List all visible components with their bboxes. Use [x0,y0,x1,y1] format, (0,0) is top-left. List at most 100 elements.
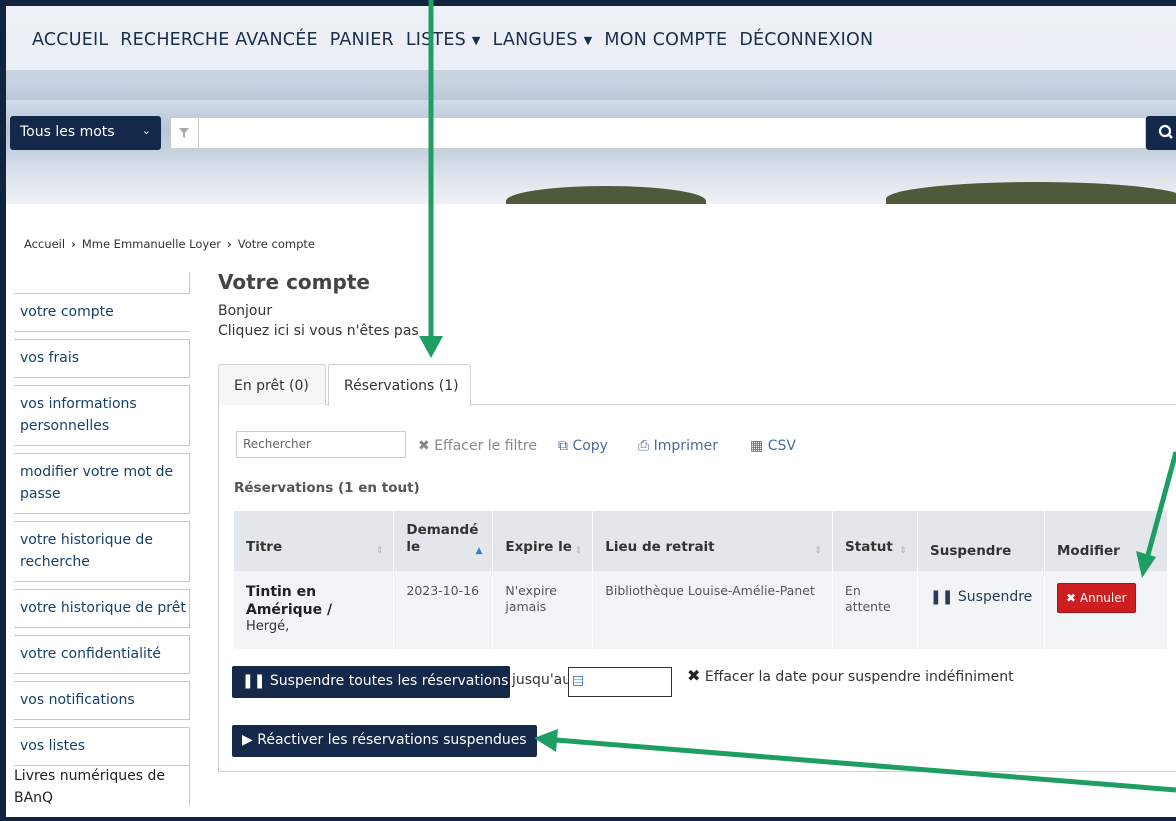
hold-suspend-cell: ❚❚ Suspendre [917,571,1045,649]
table-row: Tintin en Amérique / Hergé, 2023-10-16 N… [234,571,1169,649]
table-icon: ▦ [750,438,764,454]
search-type-select[interactable]: Tous les mots ⌄ [10,116,161,150]
caret-down-icon: ▼ [471,33,481,47]
nav-languages-label: LANGUES [492,30,578,50]
column-header-expires[interactable]: Expire le ⇕ [492,511,594,571]
nav-languages[interactable]: LANGUES ▼ [493,30,593,50]
column-header-modify: Modifier [1044,511,1169,571]
nav-lists-label: LISTES [405,30,466,50]
top-nav: ACCUEIL RECHERCHE AVANCÉE PANIER LISTES ▼… [32,30,885,50]
suspend-hold-label: Suspendre [957,589,1033,605]
sort-ascending-icon: ▲ [475,546,483,556]
search-button[interactable] [1146,116,1176,150]
pause-icon: ❚❚ [242,673,266,689]
hold-requested-date: 2023-10-16 [393,571,494,649]
sidebar-item-reading-history[interactable]: votre historique de prêt [14,589,190,628]
hold-title-link[interactable]: Tintin en Amérique / [246,583,383,619]
hold-title-cell: Tintin en Amérique / Hergé, [234,571,395,649]
page-frame: ACCUEIL RECHERCHE AVANCÉE PANIER LISTES ▼… [0,0,1176,821]
suspend-hold-button[interactable]: ❚❚ Suspendre [930,589,1032,605]
column-header-status[interactable]: Statut ⇕ [832,511,918,571]
breadcrumb-separator-icon: › [71,237,76,251]
search-bar: Tous les mots ⌄ [10,116,1176,150]
sort-icon: ⇕ [814,546,823,556]
breadcrumb-home[interactable]: Accueil [24,237,65,251]
close-icon: ✖ [418,438,430,454]
suspend-all-button[interactable]: ❚❚ Suspendre toutes les réservations [232,666,510,698]
clear-filter-button[interactable]: ✖ Effacer le filtre [418,438,537,454]
chevron-down-icon: ⌄ [141,124,151,137]
banner-hill [886,182,1176,204]
column-header-title[interactable]: Titre ⇕ [234,511,395,571]
banner-hill [506,186,706,204]
column-header-pickup[interactable]: Lieu de retrait ⇕ [592,511,834,571]
not-you-link[interactable]: Cliquez ici si vous n'êtes pas [218,321,419,341]
copy-icon: ⧉ [558,438,568,454]
sort-icon: ⇕ [574,546,583,556]
print-label: Imprimer [653,438,718,454]
print-icon: ⎙ [638,438,650,454]
caret-down-icon: ▼ [583,33,593,47]
play-icon: ▶ [242,732,253,748]
clear-date-label: Effacer la date pour suspendre indéfinim… [704,669,1014,685]
nav-my-account[interactable]: MON COMPTE [604,30,727,50]
sidebar-item-notifications[interactable]: vos notifications [14,681,190,720]
filter-input[interactable]: Rechercher [236,431,406,458]
search-icon [1158,124,1173,139]
sort-icon: ⇕ [899,546,907,556]
sidebar-item-search-history[interactable]: votre historique de recherche [14,521,190,582]
suspend-until-date-input[interactable] [568,667,672,697]
tab-checkouts[interactable]: En prêt (0) [218,364,326,405]
nav-logout[interactable]: DÉCONNEXION [739,30,873,50]
greeting: Bonjour [218,303,273,319]
clear-filter-label: Effacer le filtre [434,438,537,454]
nav-lists[interactable]: LISTES ▼ [406,30,481,50]
hold-author: Hergé, [246,619,290,634]
pause-icon: ❚❚ [930,589,954,605]
close-icon: ✖ [687,666,701,685]
column-header-requested[interactable]: Demandé le ▲ [393,511,494,571]
close-icon: ✖ [1065,591,1077,605]
tab-holds[interactable]: Réservations (1) [328,364,471,406]
sidebar-item-lists[interactable]: vos listes [14,727,190,766]
breadcrumb-user[interactable]: Mme Emmanuelle Loyer [82,237,221,251]
hold-expiry: N'expire jamais [492,571,594,649]
hold-pickup-location: Bibliothèque Louise-Amélie-Panet [592,571,834,649]
banner-band [6,70,1176,100]
clear-date-button[interactable]: ✖ Effacer la date pour suspendre indéfin… [687,666,1014,685]
sidebar-item-fees[interactable]: vos frais [14,339,190,378]
sidebar-divider [14,272,190,293]
sidebar-item-privacy[interactable]: votre confidentialité [14,635,190,674]
account-sidebar: votre compte vos frais vos informations … [14,272,190,806]
nav-cart[interactable]: PANIER [330,30,394,50]
resume-suspended-button[interactable]: ▶ Réactiver les réservations suspendues [232,725,537,757]
resume-suspended-label: Réactiver les réservations suspendues [257,732,527,748]
main-content: Votre compte Bonjour Cliquez ici si vous… [218,270,419,341]
column-header-suspend: Suspendre [917,511,1045,571]
sidebar-item-change-password[interactable]: modifier votre mot de passe [14,453,190,514]
breadcrumb-separator-icon: › [227,237,232,251]
breadcrumb: Accueil › Mme Emmanuelle Loyer › Votre compt… [24,237,315,251]
csv-button[interactable]: ▦ CSV [750,438,796,454]
search-type-label: Tous les mots [20,124,115,140]
ebooks-link[interactable]: Livres numériques de BAnQ [14,765,184,809]
sidebar-item-account[interactable]: votre compte [14,293,190,332]
until-label: jusqu'au [512,672,572,688]
copy-button[interactable]: ⧉ Copy [558,438,608,454]
nav-accueil[interactable]: ACCUEIL [32,30,108,50]
suspend-all-label: Suspendre toutes les réservations [269,673,509,689]
csv-label: CSV [767,438,796,454]
sidebar-item-personal-info[interactable]: vos informations personnelles [14,385,190,446]
print-button[interactable]: ⎙ Imprimer [638,438,718,454]
search-input[interactable] [198,117,1146,149]
sort-icon: ⇕ [375,546,384,556]
copy-label: Copy [572,438,608,454]
holds-count: Réservations (1 en tout) [234,480,420,496]
cancel-hold-button[interactable]: ✖ Annuler [1056,583,1136,613]
hold-modify-cell: ✖ Annuler [1044,571,1169,649]
calendar-icon[interactable] [573,676,583,686]
nav-advanced-search[interactable]: RECHERCHE AVANCÉE [120,30,317,50]
breadcrumb-current: Votre compte [237,237,315,251]
hold-status: En attente [832,571,918,649]
filter-icon[interactable] [170,117,198,149]
